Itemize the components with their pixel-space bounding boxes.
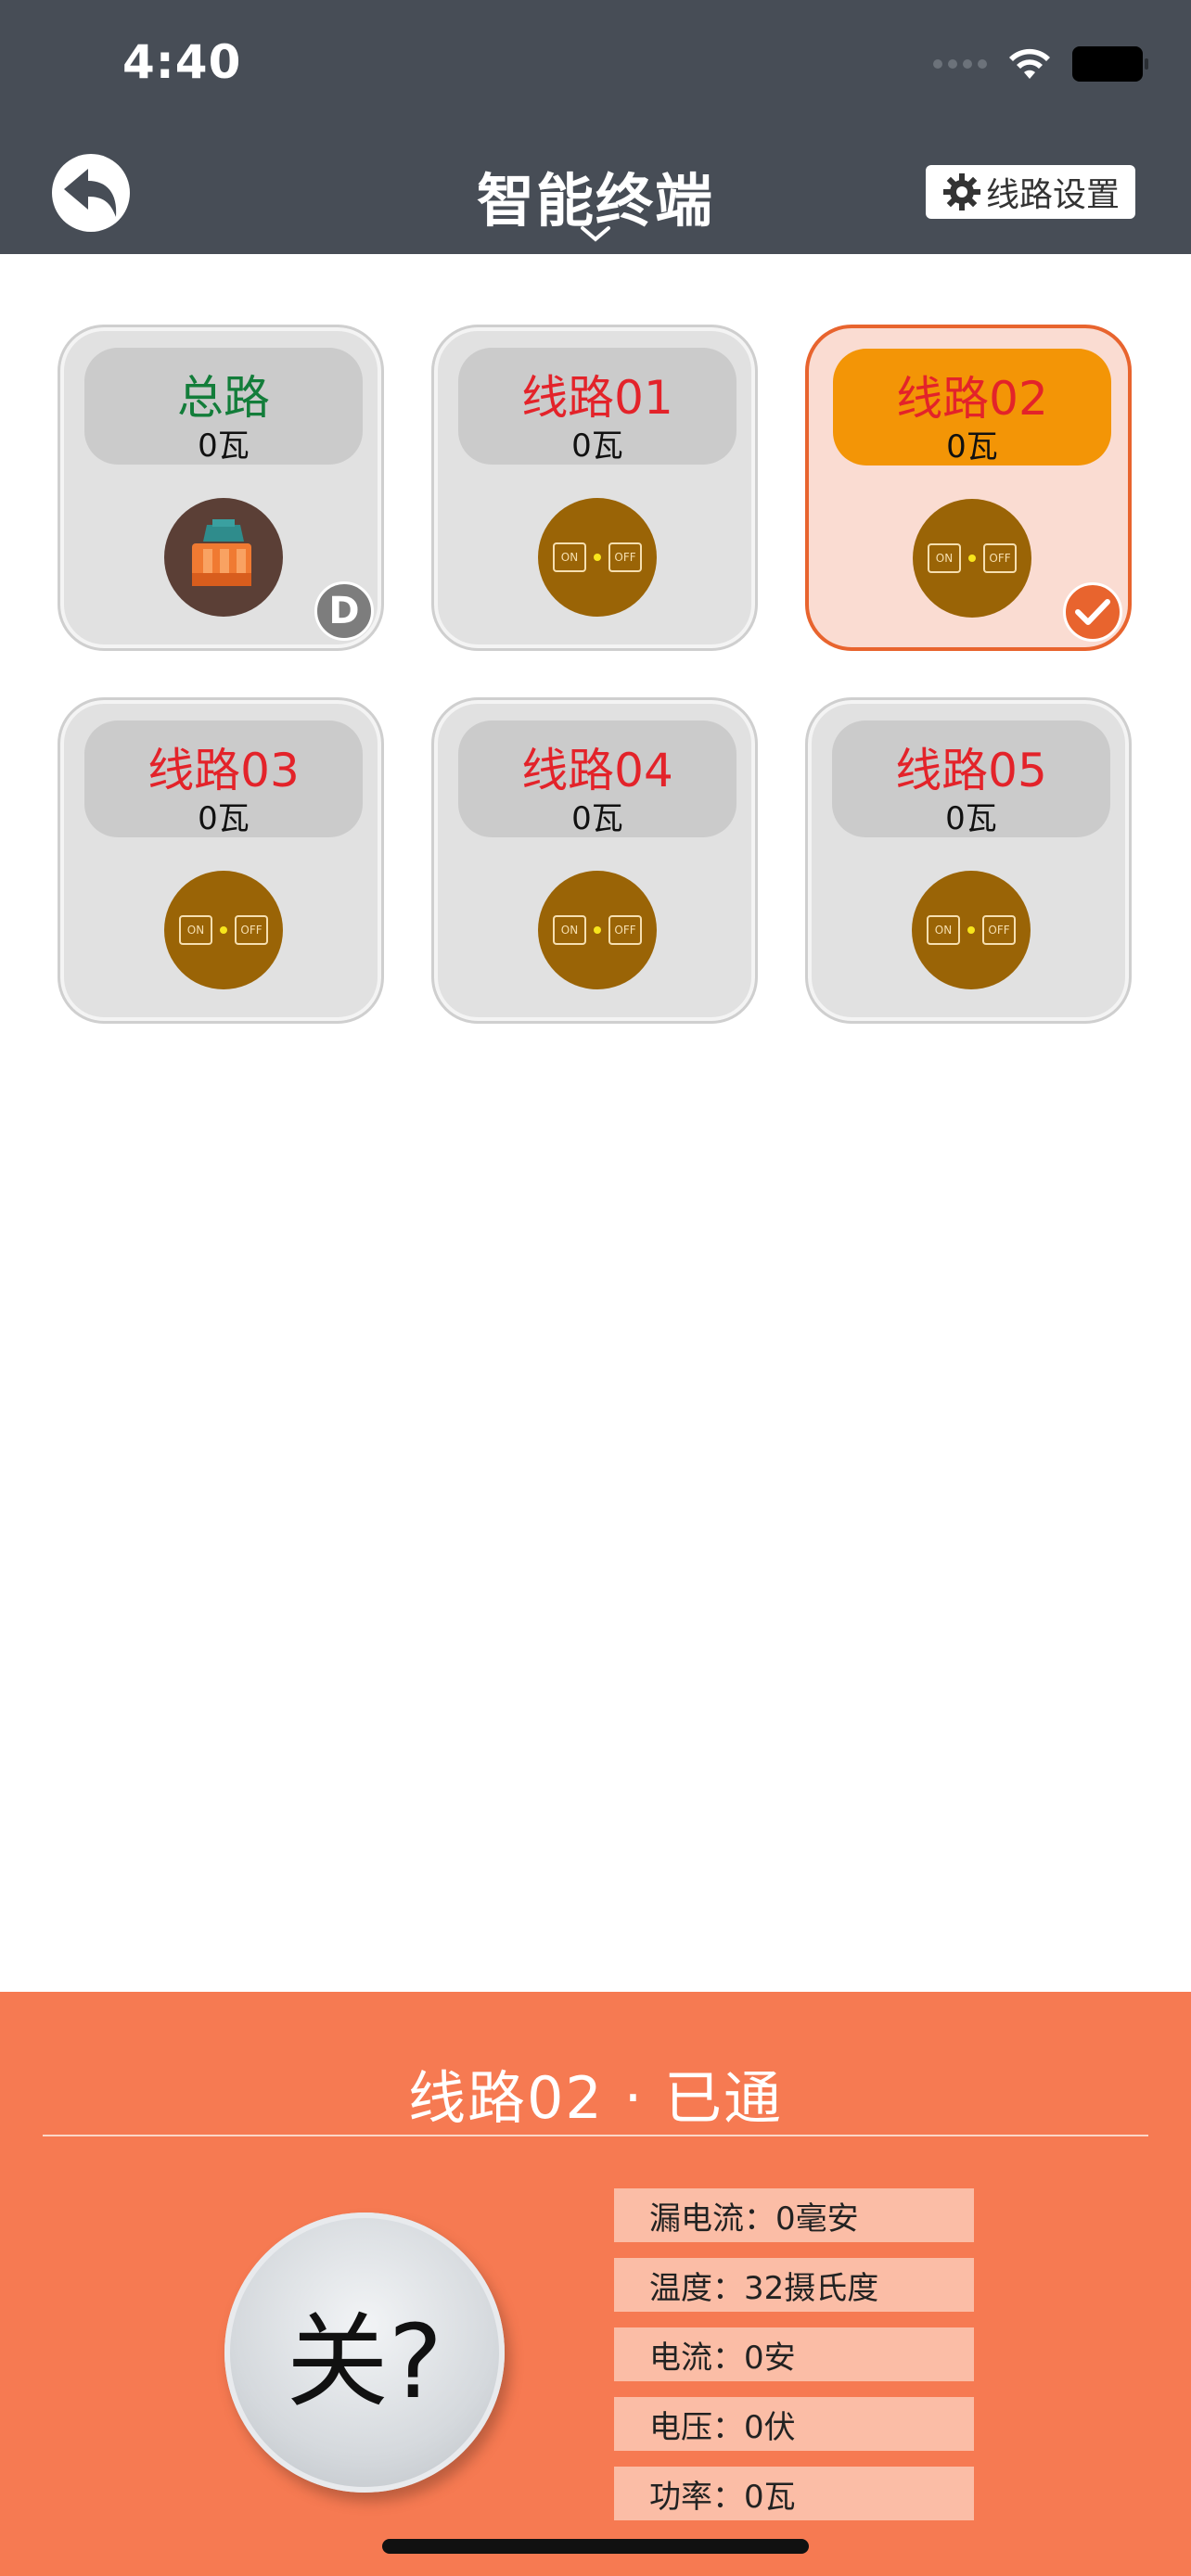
circuit-power: 0瓦 bbox=[198, 800, 250, 837]
circuit-label-box: 线路04 0瓦 bbox=[458, 721, 736, 837]
power-toggle-button[interactable]: 关? bbox=[224, 2213, 505, 2493]
circuit-label-box: 线路02 0瓦 bbox=[833, 349, 1111, 465]
circuit-name: 线路04 bbox=[521, 744, 673, 797]
stat-voltage: 电压：0伏 bbox=[614, 2397, 974, 2451]
stat-power: 功率：0瓦 bbox=[614, 2467, 974, 2520]
circuit-name: 线路03 bbox=[147, 744, 300, 797]
chevron-down-icon[interactable] bbox=[577, 223, 614, 245]
switch-on-label: ON bbox=[553, 915, 586, 945]
stat-current: 电流：0安 bbox=[614, 2327, 974, 2381]
circuit-settings-label: 线路设置 bbox=[985, 176, 1120, 214]
circuit-name: 线路02 bbox=[896, 372, 1048, 426]
circuit-settings-button[interactable]: 线路设置 bbox=[926, 165, 1135, 219]
circuit-detail-panel: 线路02 · 已通 关? 漏电流：0毫安 温度：32摄氏度 电流：0安 电压：0… bbox=[0, 1992, 1191, 2576]
switch-off-label: OFF bbox=[983, 543, 1017, 573]
stat-leakage-current: 漏电流：0毫安 bbox=[614, 2188, 974, 2242]
circuit-power: 0瓦 bbox=[571, 427, 623, 465]
switch-indicator-dot bbox=[968, 555, 976, 562]
switch-indicator-dot bbox=[967, 926, 975, 934]
status-time: 4:40 bbox=[122, 35, 242, 89]
on-off-switch[interactable]: ON OFF bbox=[538, 498, 657, 617]
circuit-power: 0瓦 bbox=[945, 800, 997, 837]
on-off-switch[interactable]: ON OFF bbox=[913, 499, 1031, 618]
wifi-icon bbox=[1009, 48, 1050, 79]
circuit-card-02[interactable]: 线路02 0瓦 ON OFF bbox=[805, 325, 1132, 651]
stat-temperature: 温度：32摄氏度 bbox=[614, 2258, 974, 2312]
circuit-name: 线路05 bbox=[895, 744, 1047, 797]
switch-indicator-dot bbox=[594, 554, 601, 561]
circuit-card-04[interactable]: 线路04 0瓦 ON OFF bbox=[431, 697, 758, 1024]
badge-d: D bbox=[314, 581, 374, 641]
selected-check-icon bbox=[1063, 582, 1122, 642]
circuit-name: 总路 bbox=[177, 371, 270, 425]
switch-off-label: OFF bbox=[982, 915, 1016, 945]
circuit-card-main[interactable]: 总路 0瓦 D bbox=[58, 325, 384, 651]
breaker-icon bbox=[192, 519, 251, 586]
circuit-power: 0瓦 bbox=[946, 428, 998, 465]
signal-icon bbox=[933, 59, 987, 69]
header: 4:40 智能终端 线路设置 bbox=[0, 0, 1191, 254]
switch-on-label: ON bbox=[553, 542, 586, 572]
breaker-switch-icon[interactable] bbox=[164, 498, 283, 617]
gear-icon bbox=[942, 173, 980, 210]
panel-divider bbox=[43, 2135, 1148, 2136]
switch-indicator-dot bbox=[594, 926, 601, 934]
switch-off-label: OFF bbox=[608, 542, 642, 572]
circuit-card-05[interactable]: 线路05 0瓦 ON OFF bbox=[805, 697, 1132, 1024]
circuit-name: 线路01 bbox=[521, 371, 673, 425]
circuit-label-box: 总路 0瓦 bbox=[84, 348, 363, 465]
status-icons bbox=[933, 46, 1148, 82]
on-off-switch[interactable]: ON OFF bbox=[538, 871, 657, 989]
switch-indicator-dot bbox=[220, 926, 227, 934]
circuit-label-box: 线路05 0瓦 bbox=[832, 721, 1110, 837]
circuit-card-03[interactable]: 线路03 0瓦 ON OFF bbox=[58, 697, 384, 1024]
switch-on-label: ON bbox=[179, 915, 212, 945]
on-off-switch[interactable]: ON OFF bbox=[164, 871, 283, 989]
switch-on-label: ON bbox=[928, 543, 961, 573]
screen: 4:40 智能终端 线路设置 总路 0瓦 D 线路01 0瓦 ON OFF 线路… bbox=[0, 0, 1191, 2576]
switch-off-label: OFF bbox=[235, 915, 268, 945]
battery-icon bbox=[1072, 46, 1148, 82]
circuit-power: 0瓦 bbox=[571, 800, 623, 837]
switch-on-label: ON bbox=[927, 915, 960, 945]
panel-title: 线路02 · 已通 bbox=[407, 2064, 784, 2132]
circuit-card-01[interactable]: 线路01 0瓦 ON OFF bbox=[431, 325, 758, 651]
on-off-switch[interactable]: ON OFF bbox=[912, 871, 1031, 989]
circuit-label-box: 线路01 0瓦 bbox=[458, 348, 736, 465]
switch-off-label: OFF bbox=[608, 915, 642, 945]
circuit-label-box: 线路03 0瓦 bbox=[84, 721, 363, 837]
home-indicator[interactable] bbox=[382, 2539, 809, 2554]
circuit-power: 0瓦 bbox=[198, 427, 250, 465]
